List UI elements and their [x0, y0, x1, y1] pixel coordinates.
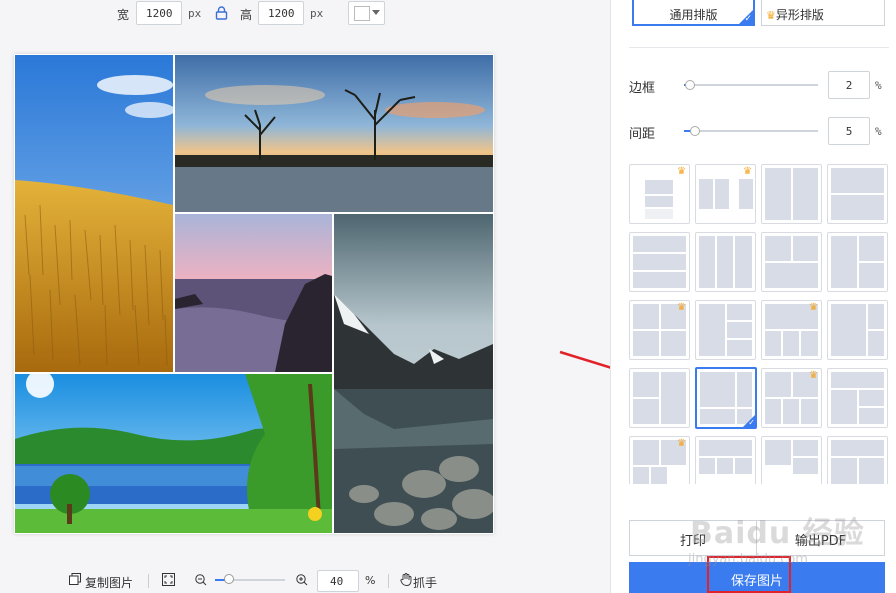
layout-template[interactable] — [695, 300, 756, 360]
tab-special-label: 异形排版 — [775, 8, 824, 22]
copy-icon[interactable] — [69, 573, 81, 588]
layout-template[interactable] — [695, 232, 756, 292]
photo-pink-sea[interactable] — [175, 214, 332, 372]
zoom-out-icon[interactable] — [195, 574, 207, 589]
layout-template[interactable] — [827, 436, 888, 484]
spacing-label: 间距 — [629, 127, 656, 142]
border-unit: % — [875, 79, 882, 92]
photo-wheat-field[interactable] — [15, 55, 173, 372]
canvas-size-bar: 宽 1200 px 高 1200 px — [0, 0, 610, 30]
zoom-slider[interactable] — [215, 574, 285, 584]
layout-template[interactable]: ♛ — [629, 300, 690, 360]
layout-template[interactable] — [827, 164, 888, 224]
divider — [148, 574, 149, 588]
layout-template[interactable] — [761, 164, 822, 224]
zoom-unit: % — [365, 574, 376, 587]
crown-icon: ♛ — [809, 370, 818, 381]
zoom-slider-knob[interactable] — [224, 574, 234, 584]
tab-general-label: 通用排版 — [669, 8, 718, 22]
layout-template[interactable]: ♛ — [695, 164, 756, 224]
layout-template[interactable] — [695, 436, 756, 484]
width-unit: px — [188, 7, 202, 20]
watermark-logo: Baidu 经验 — [690, 516, 865, 551]
lock-icon[interactable] — [215, 6, 228, 23]
fit-screen-icon[interactable] — [162, 573, 175, 589]
hand-icon[interactable] — [400, 573, 412, 589]
layout-template[interactable] — [761, 232, 822, 292]
layout-template[interactable]: ♛ — [761, 300, 822, 360]
divider — [629, 47, 889, 48]
check-icon: ✓ — [748, 418, 755, 427]
layout-template[interactable] — [827, 368, 888, 428]
layout-template[interactable]: ♛ — [761, 368, 822, 428]
border-slider[interactable] — [684, 80, 818, 90]
width-label: 宽 — [117, 8, 130, 22]
crown-icon: ♛ — [677, 302, 686, 313]
layout-template-selected[interactable]: ✓ — [695, 367, 757, 429]
layout-template[interactable] — [827, 232, 888, 292]
height-label: 高 — [240, 8, 253, 22]
spacing-slider-knob[interactable] — [690, 126, 700, 136]
divider — [388, 574, 389, 588]
copy-image-button[interactable]: 复制图片 — [85, 574, 133, 591]
tab-special-layout[interactable]: ♛异形排版 — [761, 0, 885, 26]
crown-icon: ♛ — [677, 166, 686, 177]
layout-template[interactable]: ♛ — [629, 164, 690, 224]
crown-icon: ♛ — [809, 302, 818, 313]
width-input[interactable]: 1200 — [136, 1, 182, 25]
chevron-down-icon — [372, 10, 380, 15]
border-label: 边框 — [629, 81, 656, 96]
collage-canvas[interactable] — [14, 54, 494, 534]
spacing-slider[interactable] — [684, 126, 818, 136]
photo-green-lake[interactable] — [15, 374, 332, 533]
bottom-toolbar: 复制图片 40 % 抓手 — [0, 566, 610, 593]
layout-template[interactable] — [629, 368, 690, 428]
border-input[interactable]: 2 — [828, 71, 870, 99]
layout-template-grid: ♛ ♛ ♛ ♛ ✓ ♛ ♛ — [629, 164, 891, 484]
hand-tool-button[interactable]: 抓手 — [413, 574, 437, 591]
spacing-unit: % — [875, 125, 882, 138]
layout-panel: 通用排版 ✓ ♛异形排版 边框 2 % 间距 5 % ♛ ♛ ♛ ♛ ✓ ♛ ♛… — [610, 0, 896, 593]
photo-mountain-lake[interactable] — [334, 214, 493, 533]
crown-icon: ♛ — [766, 9, 776, 22]
zoom-in-icon[interactable] — [296, 574, 308, 589]
height-unit: px — [310, 7, 324, 20]
border-slider-knob[interactable] — [685, 80, 695, 90]
color-swatch — [354, 6, 370, 21]
photo-lake-sunset[interactable] — [175, 55, 493, 212]
zoom-input[interactable]: 40 — [317, 570, 359, 592]
layout-template[interactable] — [761, 436, 822, 484]
watermark-url: jingyan.baidu.com — [688, 552, 808, 567]
layout-template[interactable]: ♛ — [629, 436, 690, 484]
spacing-input[interactable]: 5 — [828, 117, 870, 145]
check-icon: ✓ — [744, 14, 752, 24]
layout-template[interactable] — [827, 300, 888, 360]
crown-icon: ♛ — [743, 166, 752, 177]
height-input[interactable]: 1200 — [258, 1, 304, 25]
layout-template[interactable] — [629, 232, 690, 292]
crown-icon: ♛ — [677, 438, 686, 449]
background-color-picker[interactable] — [348, 1, 385, 25]
tab-general-layout[interactable]: 通用排版 ✓ — [632, 0, 755, 26]
